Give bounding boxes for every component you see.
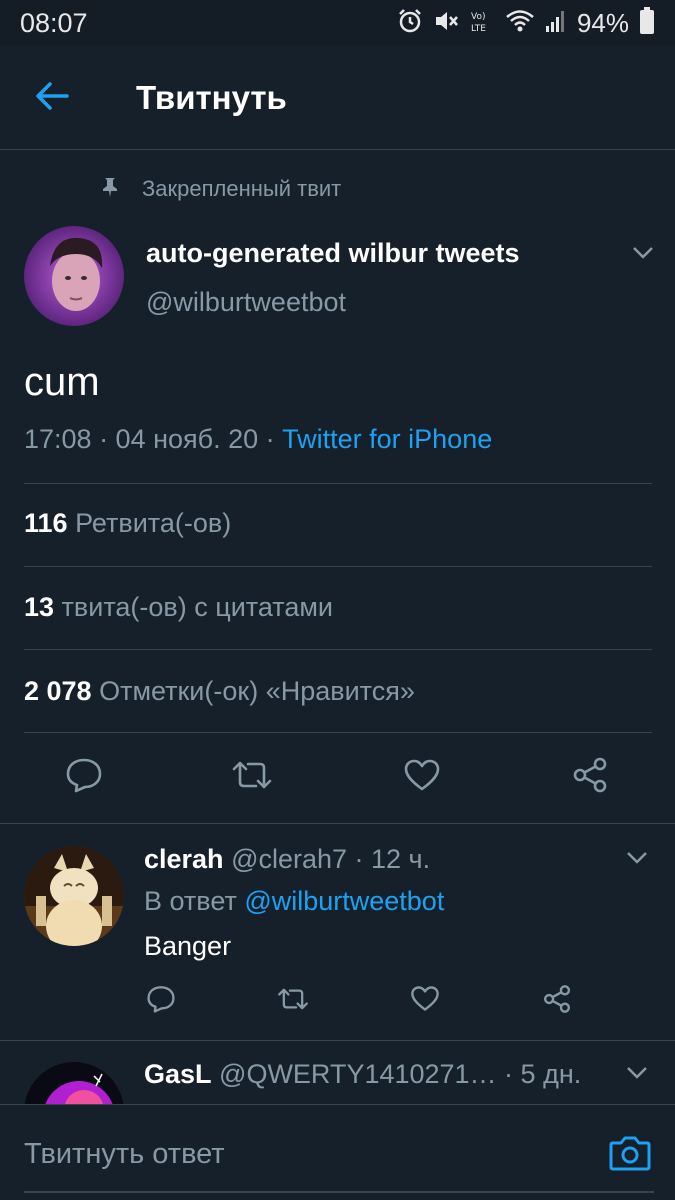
author-name[interactable]: auto-generated wilbur tweets (146, 238, 520, 269)
reply-context: В ответ @wilburtweetbot (144, 886, 444, 917)
camera-icon (609, 1134, 651, 1177)
status-time: 08:07 (20, 8, 88, 38)
reply-menu-button[interactable] (622, 845, 652, 875)
share-icon (571, 756, 609, 799)
wifi-icon (505, 8, 535, 39)
page-title: Твитнуть (136, 79, 287, 116)
like-button[interactable] (392, 747, 452, 807)
battery-icon (639, 6, 655, 40)
heart-icon (403, 758, 441, 797)
reply-button[interactable] (54, 747, 114, 807)
mute-icon (433, 8, 459, 39)
reply-avatar[interactable] (24, 846, 124, 946)
likes-label: Отметки(-ок) «Нравится» (91, 676, 415, 706)
author-avatar[interactable] (24, 226, 124, 326)
divider (0, 823, 675, 824)
reply-handle-time: @clerah7 · 12 ч. (223, 844, 431, 874)
reply-icon (65, 757, 103, 798)
tweet-source-link[interactable]: Twitter for iPhone (282, 424, 492, 454)
quotes-count: 13 (24, 592, 55, 622)
reply-compose-bar: Твитнуть ответ (0, 1104, 675, 1200)
status-bar: 08:07 Vo) LTE 94% (0, 0, 675, 46)
arrow-left-icon (35, 81, 69, 116)
reply-header: clerah @clerah7 · 12 ч. (144, 844, 430, 875)
retweet-icon (276, 986, 310, 1017)
reply-author-name[interactable]: clerah (144, 844, 224, 874)
chevron-down-icon (632, 246, 654, 265)
chevron-down-icon (626, 851, 648, 870)
author-handle[interactable]: @wilburtweetbot (146, 287, 346, 318)
alarm-icon (397, 8, 423, 39)
reply-handle-time: @QWERTY1410271… · 5 дн. (211, 1059, 582, 1089)
reply-menu-button[interactable] (622, 1060, 652, 1090)
divider (24, 649, 652, 650)
reply-header: GasL @QWERTY1410271… · 5 дн. (144, 1059, 581, 1090)
pin-icon (100, 176, 120, 203)
retweets-label: Ретвита(-ов) (67, 508, 232, 538)
reply-like-button[interactable] (400, 976, 450, 1026)
share-button[interactable] (560, 747, 620, 807)
reply-text: Banger (144, 931, 232, 961)
reply-reply-button[interactable] (136, 976, 186, 1026)
reply-icon (146, 985, 176, 1018)
camera-button[interactable] (604, 1129, 656, 1181)
chevron-down-icon (626, 1066, 648, 1085)
divider (24, 566, 652, 567)
divider (0, 1040, 675, 1041)
svg-text:Vo): Vo) (471, 12, 485, 22)
tweet-timestamp: 17:08 · 04 нояб. 20 · (24, 424, 283, 454)
reply-mention-link[interactable]: @wilburtweetbot (244, 886, 444, 916)
tweet-text: cum (24, 360, 100, 404)
quotes-stat[interactable]: 13 твита(-ов) с цитатами (24, 592, 333, 623)
share-icon (542, 984, 572, 1019)
battery-percent: 94% (576, 7, 629, 38)
reply-input[interactable]: Твитнуть ответ (24, 1129, 584, 1179)
likes-stat[interactable]: 2 078 Отметки(-ок) «Нравится» (24, 676, 415, 707)
status-icons: Vo) LTE 94% (397, 6, 655, 40)
divider (24, 483, 652, 484)
signal-icon (545, 8, 567, 39)
pinned-label: Закрепленный твит (142, 176, 342, 201)
retweets-stat[interactable]: 116 Ретвита(-ов) (24, 508, 231, 539)
retweet-icon (230, 758, 274, 797)
likes-count: 2 078 (24, 676, 92, 706)
pinned-indicator: Закрепленный твит (100, 174, 341, 204)
tweet-menu-button[interactable] (628, 240, 658, 270)
reply-retweet-button[interactable] (268, 976, 318, 1026)
divider (24, 732, 652, 733)
header: Твитнуть (0, 46, 675, 150)
retweets-count: 116 (24, 508, 68, 538)
reply-context-prefix: В ответ (144, 886, 245, 916)
heart-icon (410, 985, 440, 1017)
volte-icon: Vo) LTE (469, 8, 495, 39)
svg-text:LTE: LTE (471, 24, 486, 34)
quotes-label: твита(-ов) с цитатами (54, 592, 334, 622)
input-underline (24, 1191, 654, 1193)
back-button[interactable] (24, 76, 80, 120)
reply-share-button[interactable] (532, 976, 582, 1026)
tweet-meta: 17:08 · 04 нояб. 20 · Twitter for iPhone (24, 424, 492, 455)
retweet-button[interactable] (222, 747, 282, 807)
reply-author-name[interactable]: GasL (144, 1059, 212, 1089)
